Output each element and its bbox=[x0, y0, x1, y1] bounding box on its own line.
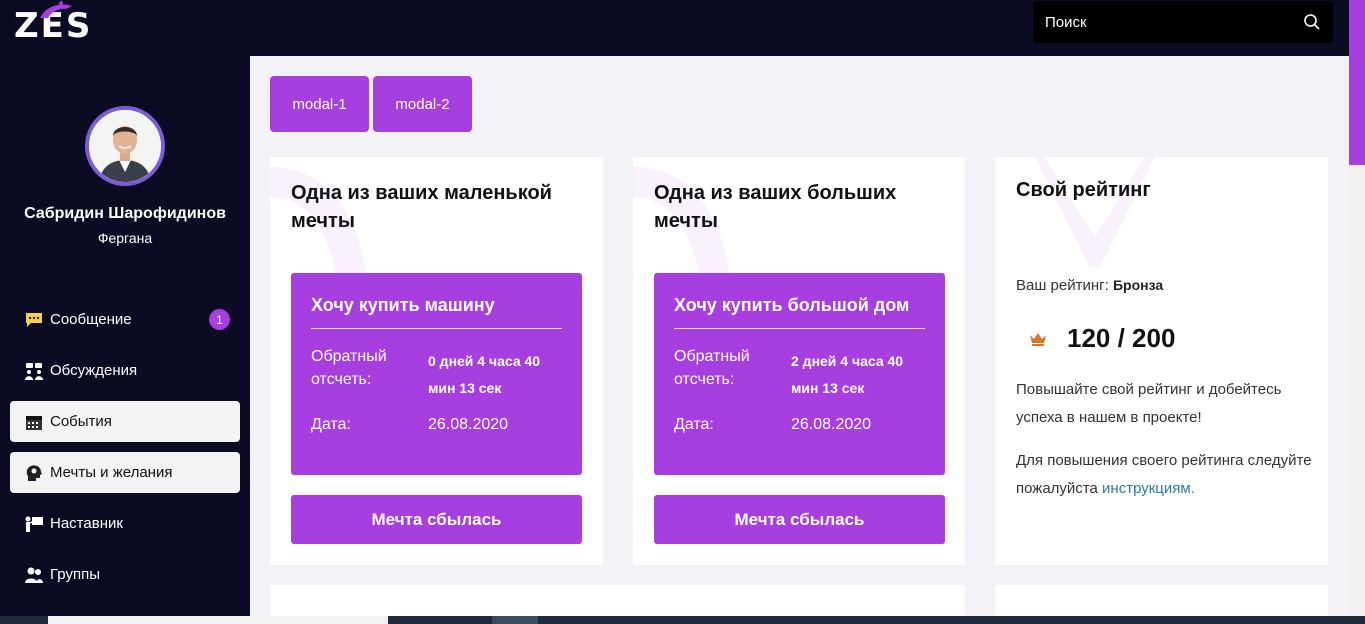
taskbar-search[interactable] bbox=[48, 616, 388, 624]
dream-title: Хочу купить машину bbox=[311, 295, 562, 329]
countdown-value: 2 дней 4 часа 40 мин 13 сек bbox=[791, 353, 904, 396]
sidebar-item-label: Сообщение bbox=[50, 311, 132, 328]
sidebar-item-label: Обсуждения bbox=[50, 362, 138, 379]
modal-2-button[interactable]: modal-2 bbox=[373, 76, 472, 132]
group-discussion-icon bbox=[24, 362, 44, 380]
rating-instructions: Для повышения своего рейтинга следуйте п… bbox=[1016, 447, 1316, 503]
date-label: Дата: bbox=[311, 416, 351, 433]
rating-status: Ваш рейтинг: Бронза bbox=[1016, 277, 1163, 294]
search-icon[interactable] bbox=[1303, 13, 1321, 31]
dream-fulfilled-button[interactable]: Мечта сбылась bbox=[291, 495, 582, 544]
sidebar-item-dreams[interactable]: Мечты и желания bbox=[10, 452, 240, 493]
card-title: Одна из ваших маленькой мечты bbox=[291, 182, 552, 232]
top-bar: ZES bbox=[0, 0, 1349, 56]
sidebar-item-groups[interactable]: Группы bbox=[10, 554, 240, 595]
sidebar-item-label: Группы bbox=[50, 566, 100, 583]
rating-score: 120 / 200 bbox=[1029, 323, 1175, 354]
rating-card: Свой рейтинг Ваш рейтинг: Бронза 120 / 2… bbox=[995, 157, 1328, 565]
date-label: Дата: bbox=[674, 416, 714, 433]
avatar-photo bbox=[89, 110, 161, 182]
card-title: Свой рейтинг bbox=[1016, 179, 1151, 201]
instructions-link[interactable]: инструкциям. bbox=[1102, 480, 1195, 497]
rating-value: Бронза bbox=[1112, 277, 1164, 293]
search-box[interactable] bbox=[1033, 1, 1333, 43]
rating-description: Повышайте свой рейтинг и добейтесь успех… bbox=[1016, 381, 1282, 426]
rating-label: Ваш рейтинг: bbox=[1016, 277, 1109, 294]
taskbar-app[interactable] bbox=[492, 616, 538, 624]
sidebar-item-mentor[interactable]: Наставник bbox=[10, 503, 240, 544]
date-value: 26.08.2020 bbox=[791, 416, 872, 433]
dream-box: Хочу купить машину Обратный отсчеть: 0 д… bbox=[291, 273, 582, 475]
head-thought-icon bbox=[24, 464, 44, 482]
sidebar-menu: Сообщение 1 Обсуждения События Мечты и ж… bbox=[10, 299, 240, 605]
calendar-icon bbox=[24, 413, 44, 431]
search-input[interactable] bbox=[1045, 13, 1303, 31]
notification-badge: 1 bbox=[209, 309, 230, 330]
dream-fulfilled-button[interactable]: Мечта сбылась bbox=[654, 495, 945, 544]
big-dream-card: Одна из ваших больших мечты Хочу купить … bbox=[633, 157, 965, 565]
sidebar: Сабридин Шарофидинов Фергана Сообщение 1… bbox=[0, 56, 250, 616]
date-value: 26.08.2020 bbox=[428, 416, 509, 433]
chat-icon bbox=[24, 311, 44, 329]
users-icon bbox=[24, 566, 44, 584]
sidebar-item-label: Наставник bbox=[50, 515, 123, 532]
avatar[interactable] bbox=[85, 106, 165, 186]
dolphin-logo-icon bbox=[40, 0, 72, 18]
countdown-label: Обратный отсчеть: bbox=[311, 348, 387, 388]
logo[interactable]: ZES bbox=[14, 0, 92, 48]
watermark-icon bbox=[1035, 157, 1155, 267]
sidebar-item-label: Мечты и желания bbox=[50, 464, 173, 481]
dream-box: Хочу купить большой дом Обратный отсчеть… bbox=[654, 273, 945, 475]
os-taskbar bbox=[0, 616, 1365, 624]
mentor-icon bbox=[24, 515, 44, 533]
scrollbar-thumb[interactable] bbox=[1349, 0, 1365, 165]
modal-1-button[interactable]: modal-1 bbox=[270, 76, 369, 132]
card-title: Одна из ваших больших мечты bbox=[654, 182, 897, 232]
small-dream-card: Одна из ваших маленькой мечты Хочу купит… bbox=[270, 157, 603, 565]
page-scrollbar[interactable] bbox=[1349, 0, 1365, 616]
sidebar-item-messages[interactable]: Сообщение 1 bbox=[10, 299, 240, 340]
sidebar-item-events[interactable]: События bbox=[10, 401, 240, 442]
user-city: Фергана bbox=[97, 230, 153, 246]
sidebar-item-label: События bbox=[50, 413, 112, 430]
crown-icon bbox=[1030, 332, 1046, 346]
score-value: 120 / 200 bbox=[1067, 323, 1176, 353]
user-name: Сабридин Шарофидинов bbox=[24, 205, 226, 222]
countdown-label: Обратный отсчеть: bbox=[674, 348, 750, 388]
sidebar-item-discussions[interactable]: Обсуждения bbox=[10, 350, 240, 391]
countdown-value: 0 дней 4 часа 40 мин 13 сек bbox=[428, 353, 541, 396]
dream-title: Хочу купить большой дом bbox=[674, 295, 925, 329]
